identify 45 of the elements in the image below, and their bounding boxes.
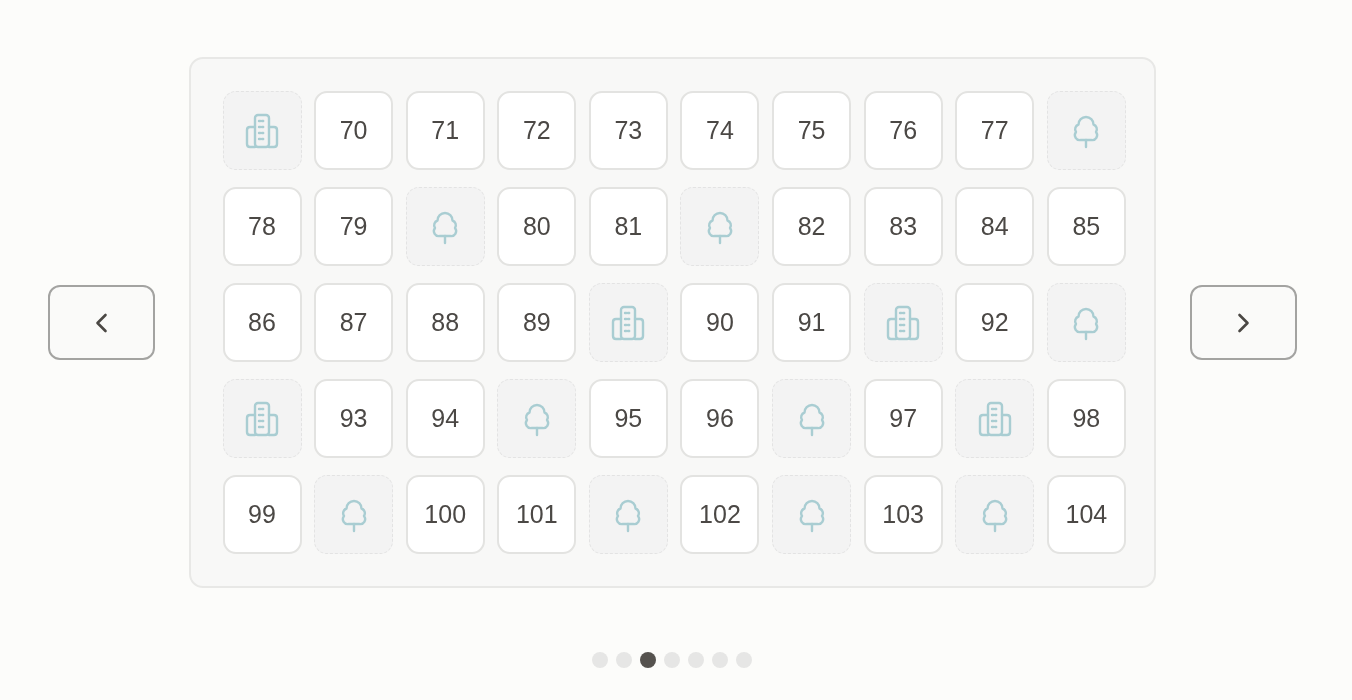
- number-tile[interactable]: 103: [863, 475, 943, 554]
- number-tile[interactable]: 93: [314, 379, 394, 458]
- next-button[interactable]: [1189, 285, 1297, 360]
- number-tile[interactable]: 83: [863, 187, 943, 266]
- number-tile[interactable]: 71: [405, 91, 485, 170]
- number-tile[interactable]: 94: [405, 379, 485, 458]
- number-tile[interactable]: 97: [863, 379, 943, 458]
- number-tile[interactable]: 75: [772, 91, 852, 170]
- number-tile[interactable]: 96: [680, 379, 760, 458]
- number-tile[interactable]: 88: [405, 283, 485, 362]
- number-tile[interactable]: 73: [588, 91, 668, 170]
- page-dot[interactable]: [640, 652, 656, 668]
- number-tile[interactable]: 72: [497, 91, 577, 170]
- building-icon: [244, 112, 280, 149]
- number-tile[interactable]: 76: [863, 91, 943, 170]
- building-icon: [610, 304, 647, 341]
- number-tile[interactable]: 80: [497, 187, 577, 266]
- number-tile[interactable]: 85: [1046, 187, 1126, 266]
- number-tile[interactable]: 99: [222, 475, 302, 554]
- number-tile[interactable]: 70: [314, 91, 394, 170]
- number-tile[interactable]: 98: [1046, 379, 1126, 458]
- building-icon: [885, 304, 922, 341]
- number-tile[interactable]: 86: [222, 283, 302, 362]
- number-tile[interactable]: 84: [955, 187, 1035, 266]
- number-tile[interactable]: 79: [314, 187, 394, 266]
- number-tile[interactable]: 104: [1046, 475, 1126, 554]
- building-icon: [244, 400, 280, 437]
- chevron-left-icon: [94, 312, 108, 333]
- number-tile[interactable]: 101: [497, 475, 577, 554]
- number-tile[interactable]: 81: [588, 187, 668, 266]
- number-tile[interactable]: 82: [772, 187, 852, 266]
- number-tile[interactable]: 92: [955, 283, 1035, 362]
- number-tile[interactable]: 77: [955, 91, 1035, 170]
- number-tile[interactable]: 90: [680, 283, 760, 362]
- chevron-right-icon: [1236, 312, 1250, 333]
- number-tile[interactable]: 100: [405, 475, 485, 554]
- previous-button[interactable]: [47, 285, 155, 360]
- number-tile[interactable]: 91: [772, 283, 852, 362]
- number-tile[interactable]: 78: [222, 187, 302, 266]
- number-tile[interactable]: 89: [497, 283, 577, 362]
- building-icon: [976, 400, 1013, 437]
- number-tile[interactable]: 95: [588, 379, 668, 458]
- number-tile[interactable]: 74: [680, 91, 760, 170]
- number-tile[interactable]: 102: [680, 475, 760, 554]
- number-tile[interactable]: 87: [314, 283, 394, 362]
